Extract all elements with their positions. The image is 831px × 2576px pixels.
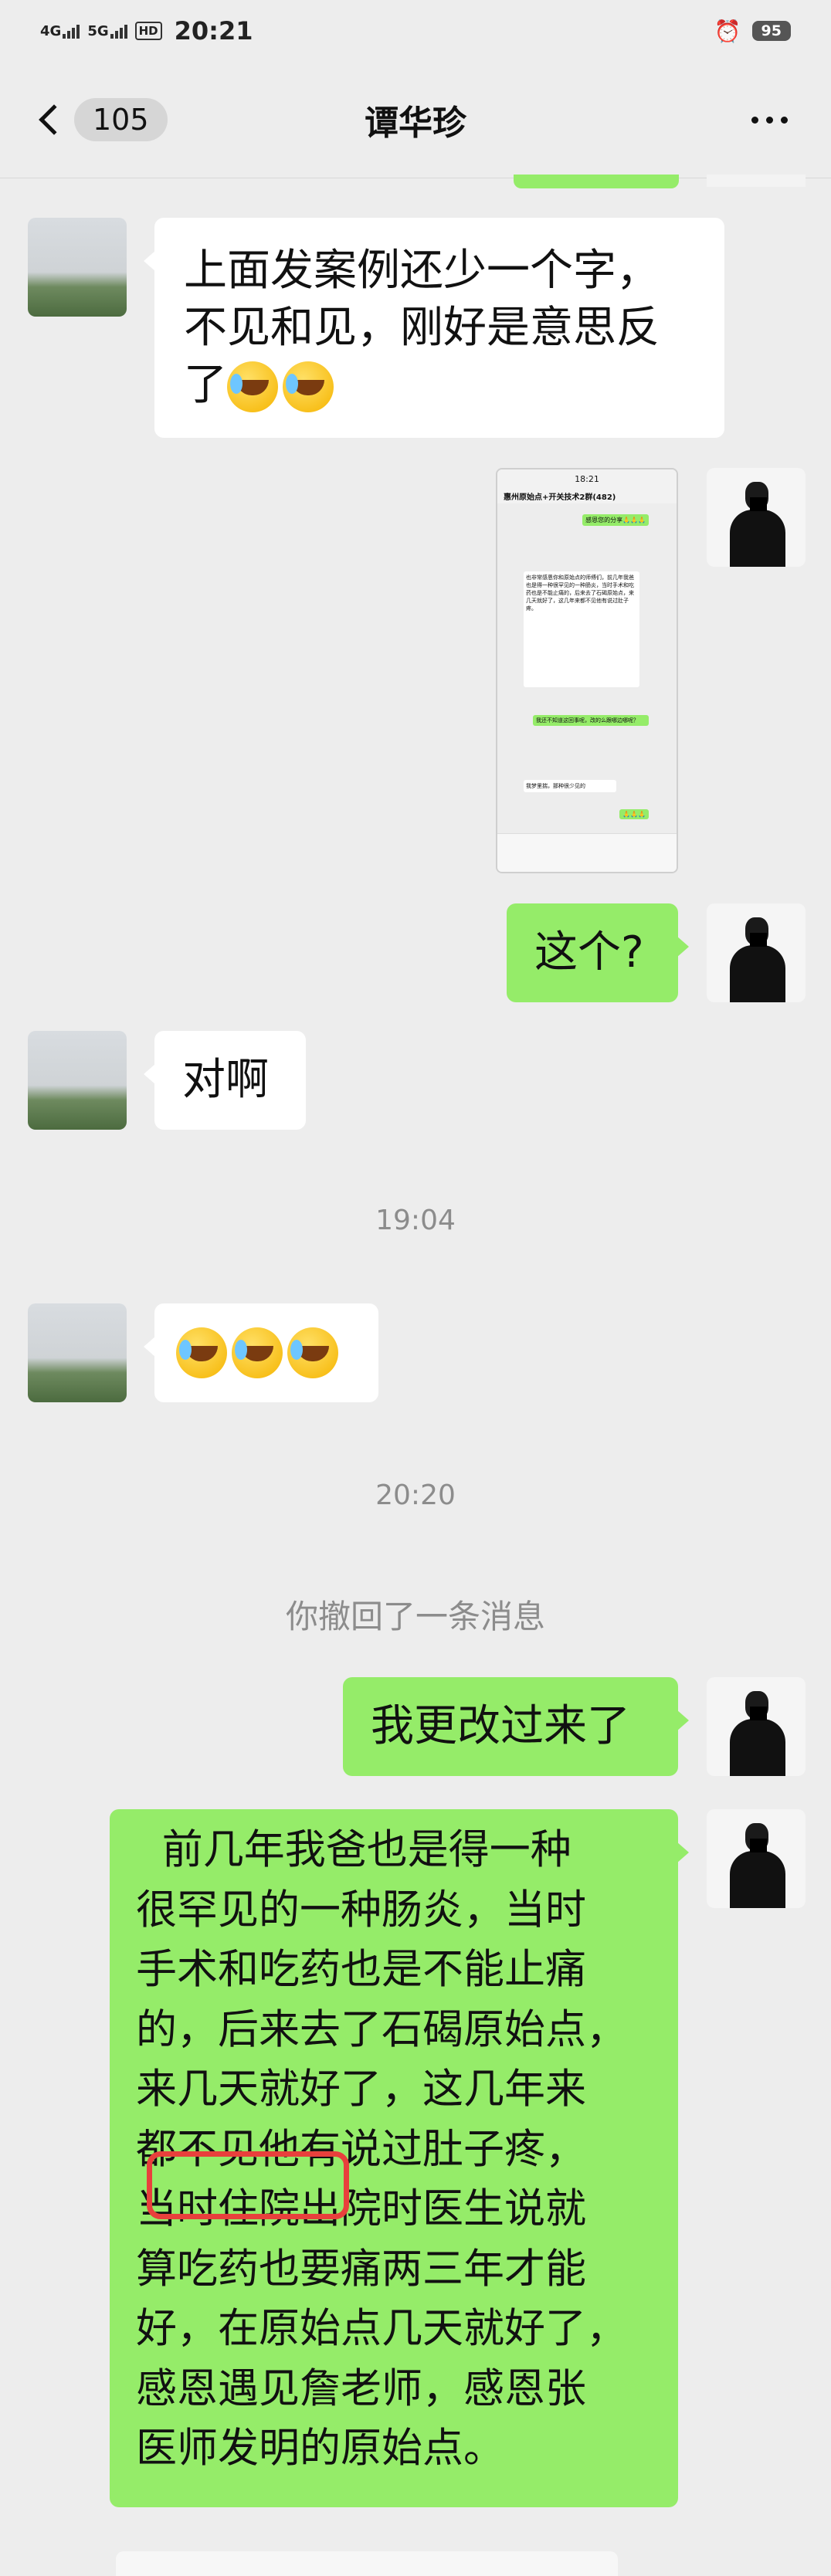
self-avatar[interactable]: [707, 1809, 806, 1908]
message-text: 前几年我爸也是得一种 很罕见的一种肠炎，当时 手术和吃药也是不能止痛 的，后来去…: [136, 1826, 627, 2472]
recall-notice: 你撤回了一条消息: [285, 1598, 545, 1635]
highlight-annotation: [147, 2151, 349, 2219]
message-bubble[interactable]: [144, 1303, 378, 1402]
timestamp: 19:04: [375, 1205, 456, 1236]
crying-laughing-emoji-icon: [232, 1327, 283, 1378]
status-right: ⏰ 95: [714, 19, 791, 44]
battery-level: 95: [751, 21, 791, 41]
crying-laughing-emoji-icon: [283, 361, 334, 413]
back-button[interactable]: 105: [36, 98, 168, 141]
more-options-button[interactable]: [744, 109, 795, 131]
previous-avatar-peek: [707, 175, 806, 187]
message-bubble[interactable]: 上面发案例还少一个字，不见和见，刚好是意思反了: [144, 218, 724, 438]
contact-avatar[interactable]: [28, 1303, 127, 1402]
chat-header: 105 谭华珍: [0, 62, 831, 178]
screenshot-image-message[interactable]: 18:21 惠州原始点+开关技术2群(482) 感恩您的分享🙏🙏🙏 也非常感恩你…: [496, 468, 678, 873]
message-text: 这个?: [534, 927, 644, 978]
crying-laughing-emoji-icon: [287, 1327, 338, 1378]
crying-laughing-emoji-icon: [227, 361, 278, 413]
status-time: 20:21: [174, 16, 253, 46]
contact-avatar[interactable]: [28, 1031, 127, 1130]
contact-avatar[interactable]: [28, 218, 127, 317]
message-text: 上面发案例还少一个字，不见和见，刚好是意思反了: [184, 242, 695, 414]
status-left: 4G 5G HD 20:21: [40, 16, 253, 46]
screenshot-header: 18:21 惠州原始点+开关技术2群(482): [497, 469, 677, 503]
message-text: 对啊: [182, 1055, 269, 1105]
self-avatar[interactable]: [707, 468, 806, 567]
message-bubble[interactable]: 我更改过来了: [343, 1677, 689, 1776]
self-avatar[interactable]: [707, 903, 806, 1002]
message-bubble[interactable]: 这个?: [507, 903, 689, 1002]
message-bubble[interactable]: 对啊: [144, 1031, 306, 1130]
crying-laughing-emoji-icon: [176, 1327, 227, 1378]
more-dots-icon: [751, 116, 758, 124]
back-chevron-icon: [39, 104, 70, 135]
signal-5g-icon: 5G: [87, 23, 127, 39]
signal-4g-icon: 4G: [40, 23, 80, 39]
timestamp: 20:20: [375, 1480, 456, 1511]
status-bar: 4G 5G HD 20:21 ⏰ 95: [0, 0, 831, 62]
previous-message-peek: [514, 175, 679, 188]
screenshot-input-bar: [497, 833, 677, 872]
unread-count-badge: 105: [74, 98, 168, 141]
hd-icon: HD: [134, 22, 162, 40]
alarm-icon: ⏰: [714, 18, 741, 44]
self-avatar[interactable]: [707, 1677, 806, 1776]
message-text: 我更改过来了: [371, 1701, 630, 1751]
input-bar-peek: [116, 2551, 618, 2576]
